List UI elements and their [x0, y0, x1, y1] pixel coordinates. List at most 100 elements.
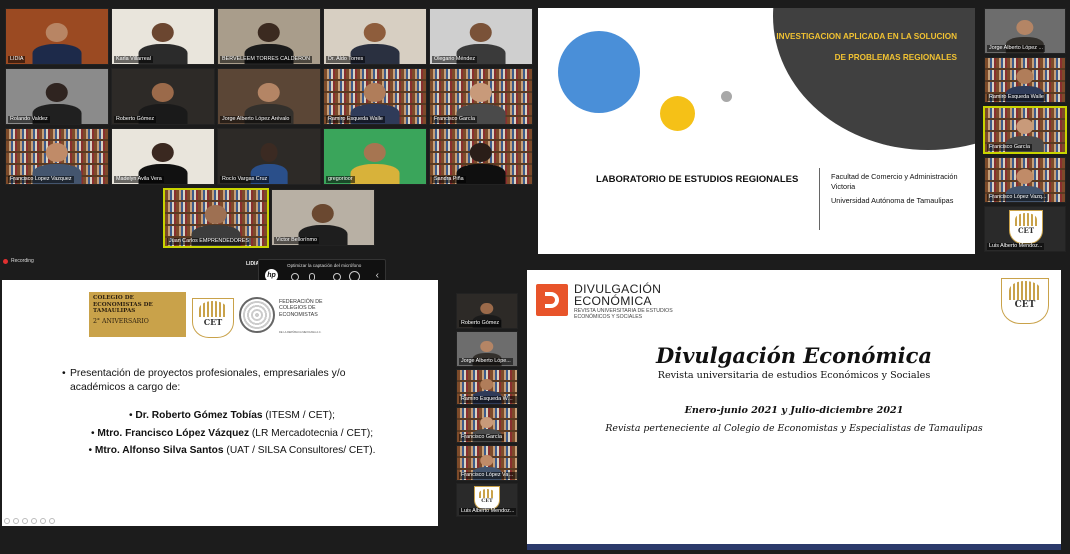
participant-tile[interactable]: CET Luis Alberto Mendoz... — [456, 483, 518, 517]
participant-tile-speaking[interactable]: Juan Carlos EMPRENDEDORES — [163, 188, 269, 248]
journal-affiliation: Revista perteneciente al Colegio de Econ… — [605, 423, 983, 434]
participant-tile[interactable]: Francisco López Vazq... — [456, 445, 518, 481]
participant-tile[interactable]: Jorge Alberto López Arévalo — [217, 68, 321, 125]
participant-video — [32, 23, 82, 64]
faculty-name: Facultad de Comercio y Administración Vi… — [831, 172, 958, 191]
colegio-economistas-logo: COLEGIO DE ECONOMISTAS DE TAMAULIPAS 2° … — [89, 292, 186, 337]
divider — [819, 168, 820, 230]
shared-screen-slide-journal: DIVULGACIÓN ECONÓMICA REVISTA UNIVERSITA… — [527, 270, 1061, 550]
participant-name: Dr. Aldo Torres — [326, 56, 366, 63]
list-item: • Mtro. Alfonso Silva Santos (UAT / SILS… — [88, 445, 376, 456]
participant-tile[interactable]: Ramiro Esqueda Walle — [984, 57, 1066, 103]
list-item: • Dr. Roberto Gómez Tobías (ITESM / CET)… — [128, 410, 336, 421]
participant-name: Francisco García — [987, 144, 1033, 151]
institution-info: Facultad de Comercio y Administración Vi… — [831, 172, 971, 206]
recording-label: Recording — [11, 258, 34, 264]
participant-tile[interactable]: Madelyn Avila Vera — [111, 128, 215, 185]
participant-name: Ramiro Esqueda Walle — [459, 396, 517, 403]
participant-tile[interactable]: Jorge Alberto Lópe... — [456, 331, 518, 367]
participant-name: Francisco Lopez Vazquez — [8, 176, 74, 183]
journal-period: Enero-junio 2021 y Julio-diciembre 2021 — [684, 405, 904, 416]
participant-name: Sandra Piña — [432, 176, 466, 183]
zoom-icon[interactable] — [40, 518, 46, 524]
participant-name: Juan Carlos EMPRENDEDORES — [167, 238, 251, 245]
participant-name: Jorge Alberto Lópe... — [459, 358, 513, 365]
participant-name: Madelyn Avila Vera — [114, 176, 164, 183]
participant-tile[interactable]: Dr. Aldo Torres — [323, 8, 427, 65]
slide-toolbar — [4, 518, 55, 524]
divulgacion-logo-icon — [536, 284, 568, 318]
lab-title: LABORATORIO DE ESTUDIOS REGIONALES — [596, 174, 799, 185]
brand-line-3: REVISTA UNIVERSITARIA DE ESTUDIOS ECONÓM… — [574, 308, 673, 320]
meeting-window: LIDIA Karla Villarreal BERVELEEM TORRES … — [0, 0, 1070, 554]
participant-tile-speaking[interactable]: Francisco García — [983, 106, 1067, 154]
participant-name: Luis Alberto Mendoz... — [987, 243, 1045, 250]
participant-tile[interactable]: Victor Bellorínmo — [271, 189, 375, 246]
participant-name: gregorioor — [326, 176, 355, 183]
participant-name: Karla Villarreal — [114, 56, 153, 63]
participant-tile[interactable]: gregorioor — [323, 128, 427, 185]
grey-circle-shape — [721, 91, 732, 102]
list-item: • Mtro. Francisco López Vázquez (LR Merc… — [90, 427, 374, 439]
participant-tile[interactable]: Francisco García — [429, 68, 533, 125]
presenter-list: • Dr. Roberto Gómez Tobías (ITESM / CET)… — [62, 407, 402, 460]
cet-logo: CET — [1009, 210, 1043, 244]
journal-subtitle: Revista universitaria de estudios Económ… — [657, 370, 931, 381]
participant-tile[interactable]: Roberto Gómez — [111, 68, 215, 125]
next-slide-icon[interactable] — [13, 518, 19, 524]
prev-slide-icon[interactable] — [4, 518, 10, 524]
yellow-circle-shape — [660, 96, 695, 131]
participant-name: LIDIA — [8, 56, 26, 63]
participant-tile[interactable]: LIDIA — [5, 8, 109, 65]
cet-logo: CET — [1001, 278, 1049, 324]
participant-name: Rocío Vargas Cruz — [220, 176, 270, 183]
participant-name: BERVELEEM TORRES CALDERON — [220, 56, 313, 63]
participant-name: Jorge Alberto López Arévalo — [220, 116, 292, 123]
participant-tile[interactable]: CET Luis Alberto Mendoz... — [984, 206, 1066, 252]
participant-name: Francisco García — [459, 434, 505, 441]
presentation-intro: • Presentación de proyectos profesionales… — [62, 368, 346, 393]
participant-tile[interactable]: Francisco García — [456, 407, 518, 443]
participant-name: Jorge Alberto López ... — [987, 45, 1045, 52]
participant-tile[interactable]: Rocío Vargas Cruz — [217, 128, 321, 185]
blue-circle-shape — [558, 31, 640, 113]
participant-tile[interactable]: Karla Villarreal — [111, 8, 215, 65]
participant-tile[interactable]: Olegario Méndez — [429, 8, 533, 65]
participant-name: Ramiro Esqueda Walle — [987, 94, 1046, 101]
participant-tile[interactable]: Sandra Piña — [429, 128, 533, 185]
federacion-logo: FEDERACIÓN DE COLEGIOS DE ECONOMISTAS DE… — [239, 297, 329, 337]
slides-icon[interactable] — [31, 518, 37, 524]
participant-video — [350, 143, 400, 184]
record-dot-icon — [3, 258, 8, 264]
journal-title: Divulgación Económica — [656, 343, 932, 368]
cet-logo: CET — [192, 298, 234, 338]
participant-tile[interactable]: Ramiro Esqueda Walle — [323, 68, 427, 125]
participant-name: Luis Alberto Mendoz... — [459, 508, 517, 515]
brand-line-2: ECONÓMICA — [574, 294, 652, 308]
participant-tile[interactable]: Francisco Lopez Vazquez — [5, 128, 109, 185]
participant-name: Francisco García — [432, 116, 478, 123]
participant-tile[interactable]: Jorge Alberto López ... — [984, 8, 1066, 54]
shared-screen-slide-lab: INVESTIGACION APLICADA EN LA SOLUCION DE… — [538, 8, 975, 254]
participant-name: Rolando Valdez — [8, 116, 50, 123]
recording-indicator: Recording — [3, 258, 34, 264]
participant-tile[interactable]: Roberto Gómez — [456, 293, 518, 329]
more-icon[interactable] — [49, 518, 55, 524]
slide-topic: INVESTIGACION APLICADA EN LA SOLUCION DE… — [776, 32, 957, 62]
participant-name: Olegario Méndez — [432, 56, 478, 63]
federacion-seal-icon — [239, 297, 275, 333]
participant-name: Francisco López Vazq... — [459, 472, 517, 479]
participant-name: Roberto Gómez — [459, 320, 502, 327]
participant-tile[interactable]: Ramiro Esqueda Walle — [456, 369, 518, 405]
pen-icon[interactable] — [22, 518, 28, 524]
participant-tile[interactable]: BERVELEEM TORRES CALDERON — [217, 8, 321, 65]
cet-logo: CET — [474, 486, 500, 510]
participant-name: Francisco López Vazq... — [987, 194, 1049, 201]
mic-popup-label: Optimizar la captación del micrófono — [287, 263, 362, 268]
participant-name: Victor Bellorínmo — [274, 237, 319, 244]
shared-screen-slide-presentations: COLEGIO DE ECONOMISTAS DE TAMAULIPAS 2° … — [2, 280, 438, 526]
university-name: Universidad Autónoma de Tamaulipas — [831, 196, 954, 206]
slide-footer-bar — [527, 544, 1061, 550]
participant-tile[interactable]: Francisco López Vazq... — [984, 157, 1066, 203]
participant-tile[interactable]: Rolando Valdez — [5, 68, 109, 125]
